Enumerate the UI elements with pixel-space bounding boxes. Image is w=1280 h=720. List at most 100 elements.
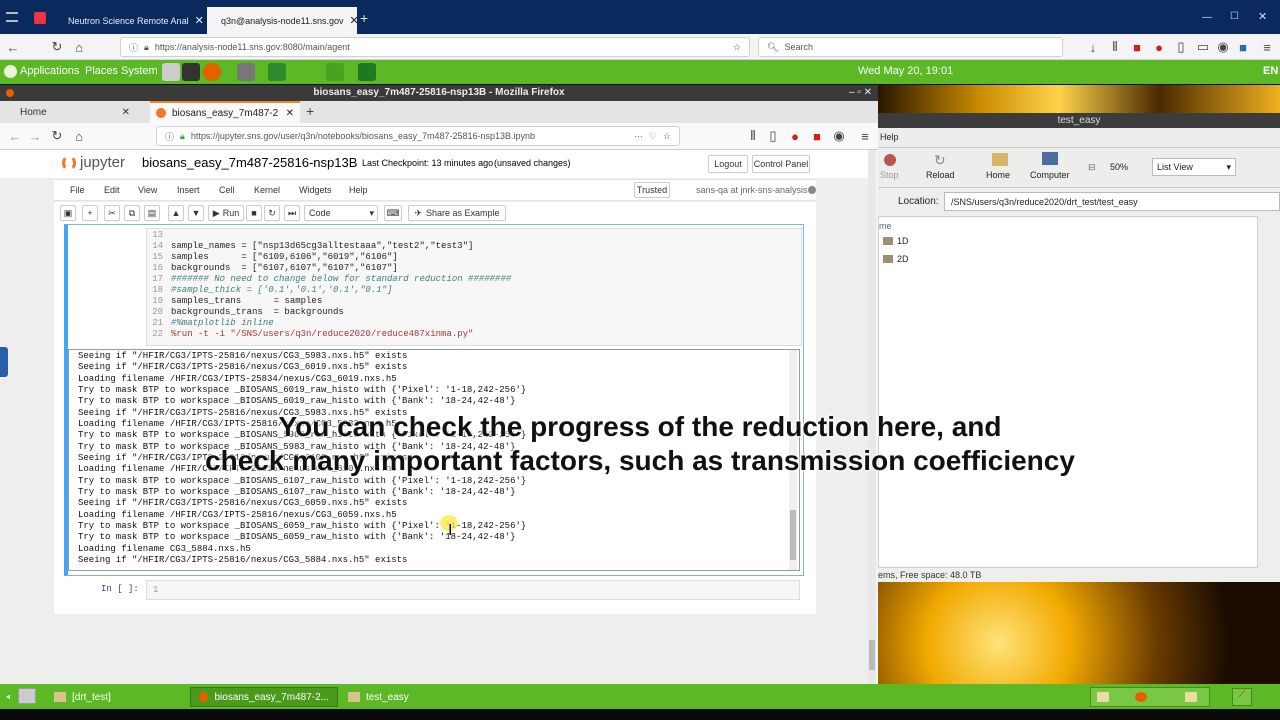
library-icon[interactable]: ⫴ bbox=[744, 127, 762, 145]
system-menu[interactable]: System bbox=[121, 65, 158, 77]
menu-file[interactable]: File bbox=[70, 185, 85, 195]
code-editor[interactable]: 13 14 15 16 17 18 19 20 21 22 sample_nam… bbox=[146, 228, 802, 346]
plant-icon[interactable] bbox=[326, 63, 344, 81]
close-icon[interactable]: ✕ bbox=[195, 14, 204, 27]
cut-icon[interactable]: ✂ bbox=[104, 205, 120, 221]
move-up-icon[interactable]: ▲ bbox=[168, 205, 184, 221]
adblock-icon[interactable]: ● bbox=[786, 127, 804, 145]
folder-2d[interactable]: 2D bbox=[897, 254, 909, 264]
trusted-badge[interactable]: Trusted bbox=[634, 182, 670, 198]
show-desktop-icon[interactable]: ◂ bbox=[6, 692, 10, 701]
scrollbar-thumb[interactable] bbox=[869, 640, 875, 670]
home-icon[interactable]: ⌂ bbox=[70, 38, 88, 56]
fast-forward-icon[interactable]: ⏭ bbox=[284, 205, 300, 221]
document-icon[interactable] bbox=[358, 63, 376, 81]
save-icon[interactable]: ▣ bbox=[60, 205, 76, 221]
column-header-name[interactable]: me bbox=[879, 221, 892, 231]
clock[interactable]: Wed May 20, 19:01 bbox=[858, 65, 953, 77]
interrupt-icon[interactable]: ■ bbox=[246, 205, 262, 221]
terminal-icon[interactable] bbox=[182, 63, 200, 81]
view-mode-select[interactable]: List View ▾ bbox=[1152, 158, 1236, 176]
home-button[interactable]: Home bbox=[986, 170, 1010, 180]
window-controls-icon[interactable]: – ▫ ✕ bbox=[849, 85, 872, 101]
move-down-icon[interactable]: ▼ bbox=[188, 205, 204, 221]
close-window-icon[interactable]: ✕ bbox=[1258, 10, 1267, 23]
workspace-switcher[interactable] bbox=[1090, 687, 1210, 707]
new-tab-button[interactable]: + bbox=[360, 10, 368, 26]
maximize-icon[interactable]: ☐ bbox=[1230, 11, 1239, 22]
stop-button[interactable]: Stop bbox=[880, 170, 899, 180]
hamburger-menu-icon[interactable]: ≡ bbox=[1258, 38, 1276, 56]
spreadsheet-icon[interactable] bbox=[268, 63, 286, 81]
reload-button[interactable]: Reload bbox=[926, 170, 955, 180]
zoom-out-icon[interactable]: ⊟ bbox=[1088, 162, 1096, 173]
side-handle[interactable] bbox=[0, 347, 8, 377]
reload-icon[interactable]: ↻ bbox=[48, 127, 66, 145]
adblock-icon[interactable]: ● bbox=[1150, 38, 1168, 56]
outer-tab-1[interactable]: Neutron Science Remote Anal ✕ bbox=[54, 7, 204, 34]
pocket-icon[interactable]: ♡ bbox=[649, 131, 657, 142]
inner-tab-home[interactable]: Home ✕ bbox=[0, 101, 150, 123]
forward-icon[interactable]: → bbox=[26, 127, 44, 145]
inner-tab-notebook[interactable]: biosans_easy_7m487-2 ✕ bbox=[150, 101, 300, 123]
minimize-icon[interactable]: — bbox=[1202, 12, 1212, 23]
calculator-icon[interactable] bbox=[162, 63, 180, 81]
outer-search-box[interactable]: 🔍︎ Search bbox=[758, 37, 1063, 57]
trash-icon[interactable]: ⟋ bbox=[1232, 688, 1252, 706]
share-button[interactable]: ✈ Share as Example bbox=[408, 205, 506, 221]
paste-icon[interactable]: ▤ bbox=[144, 205, 160, 221]
restart-icon[interactable]: ↻ bbox=[264, 205, 280, 221]
new-tab-button[interactable]: + bbox=[306, 103, 314, 119]
pocket-icon[interactable] bbox=[34, 12, 46, 24]
account-icon[interactable]: ◉ bbox=[1214, 38, 1232, 56]
outer-tab-2[interactable]: q3n@analysis-node11.sns.gov ✕ bbox=[207, 7, 357, 34]
menu-help[interactable]: Help bbox=[349, 185, 368, 195]
more-icon[interactable]: ··· bbox=[634, 131, 643, 141]
bookmark-star-icon[interactable]: ☆ bbox=[663, 131, 671, 142]
jupyter-logo[interactable]: jupyter bbox=[80, 154, 125, 171]
library-icon[interactable]: ⫴ bbox=[1106, 38, 1124, 56]
close-icon[interactable]: ✕ bbox=[350, 14, 357, 27]
keyboard-layout[interactable]: EN bbox=[1263, 65, 1278, 77]
back-icon[interactable]: ← bbox=[6, 127, 24, 145]
hamburger-menu-icon[interactable]: ≡ bbox=[856, 127, 874, 145]
taskbar-item-test-easy[interactable]: test_easy bbox=[340, 687, 480, 707]
bookmark-star-icon[interactable]: ☆ bbox=[733, 42, 741, 53]
stop-icon[interactable] bbox=[884, 154, 896, 166]
home-icon[interactable]: ⌂ bbox=[70, 127, 88, 145]
control-panel-button[interactable]: Control Panel bbox=[752, 155, 810, 173]
account-icon[interactable]: ◉ bbox=[830, 127, 848, 145]
close-icon[interactable]: ✕ bbox=[286, 108, 294, 119]
kernel-name[interactable]: sans-qa at jnrk-sns-analysis bbox=[696, 185, 808, 195]
logout-button[interactable]: Logout bbox=[708, 155, 748, 173]
fm-menu-help[interactable]: Help bbox=[880, 132, 899, 142]
sidebar-icon[interactable]: ▯ bbox=[1172, 38, 1190, 56]
gnome-foot-icon[interactable] bbox=[4, 65, 17, 78]
menu-view[interactable]: View bbox=[138, 185, 157, 195]
sidebar-icon[interactable]: ▯ bbox=[764, 127, 782, 145]
outer-url-bar[interactable]: ⓘ 🔒︎ https://analysis-node11.sns.gov:808… bbox=[120, 37, 750, 57]
taskbar-item-drt-test[interactable]: [drt_test] bbox=[46, 687, 186, 707]
empty-cell-editor[interactable]: 1 bbox=[146, 580, 800, 600]
download-icon[interactable]: ↓ bbox=[1084, 38, 1102, 56]
shield-icon[interactable]: ■ bbox=[1128, 38, 1146, 56]
shield-icon[interactable]: ■ bbox=[808, 127, 826, 145]
add-cell-icon[interactable]: + bbox=[82, 205, 98, 221]
inner-url-bar[interactable]: ⓘ 🔒︎ https://jupyter.sns.gov/user/q3n/no… bbox=[156, 126, 680, 146]
taskbar-item-firefox[interactable]: biosans_easy_7m487-2... bbox=[190, 687, 338, 707]
keyboard-icon[interactable]: ⌨ bbox=[384, 205, 402, 221]
close-icon[interactable]: ✕ bbox=[122, 107, 130, 118]
firefox-icon[interactable] bbox=[203, 63, 221, 81]
menu-kernel[interactable]: Kernel bbox=[254, 185, 280, 195]
places-menu[interactable]: Places bbox=[85, 65, 118, 77]
extension-icon[interactable]: ■ bbox=[1234, 38, 1252, 56]
copy-icon[interactable]: ⧉ bbox=[124, 205, 140, 221]
menu-cell[interactable]: Cell bbox=[219, 185, 235, 195]
menu-widgets[interactable]: Widgets bbox=[299, 185, 332, 195]
folder-1d[interactable]: 1D bbox=[897, 236, 909, 246]
scrollbar-thumb[interactable] bbox=[790, 510, 796, 560]
reload-icon[interactable]: ↻ bbox=[48, 38, 66, 56]
location-input[interactable]: /SNS/users/q3n/reduce2020/drt_test/test_… bbox=[944, 192, 1280, 211]
cell-type-select[interactable]: Code ▾ bbox=[304, 205, 378, 221]
desktop-icon[interactable] bbox=[18, 688, 36, 704]
